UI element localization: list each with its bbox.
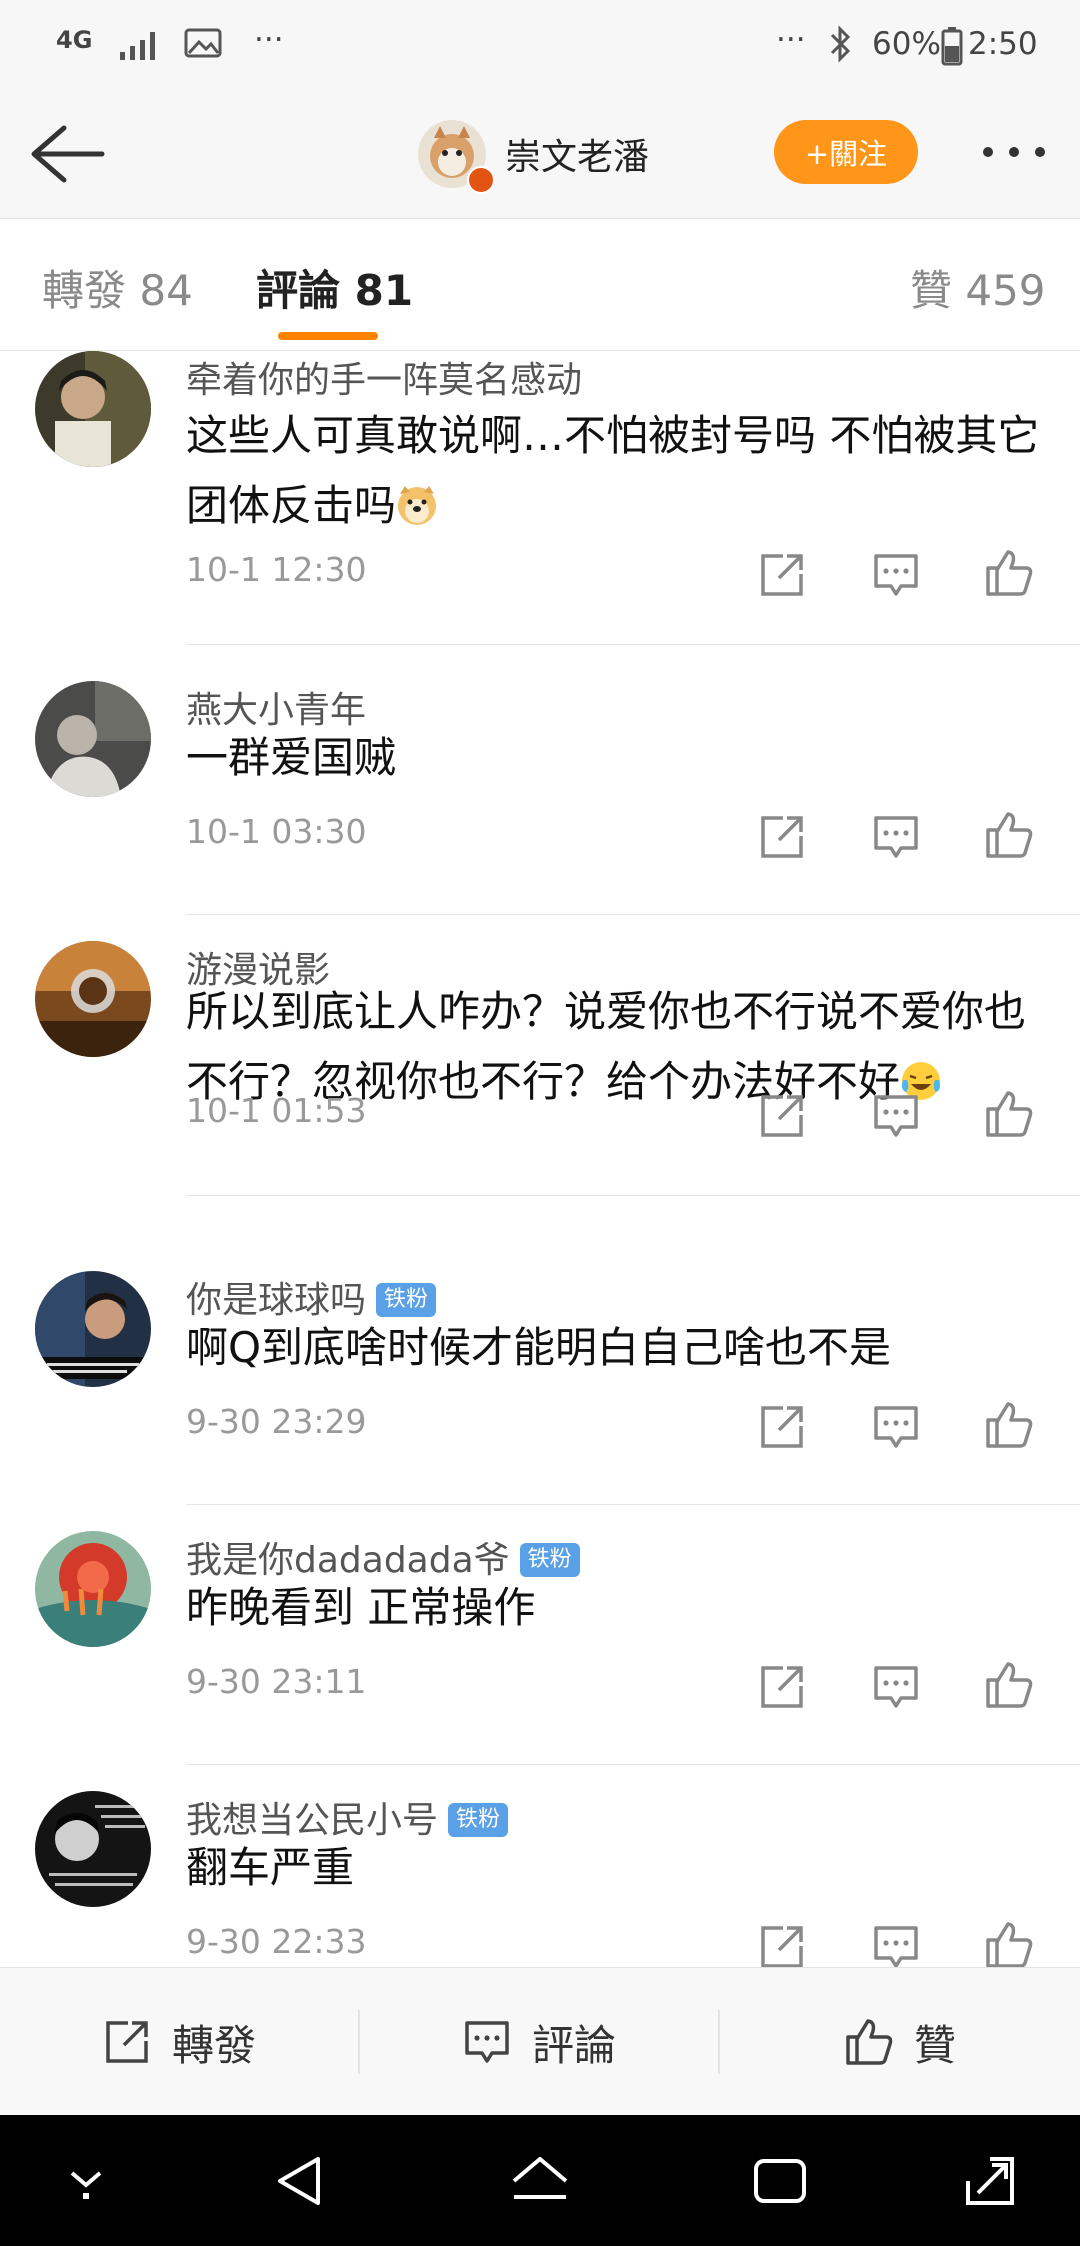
share-icon[interactable]	[757, 1662, 807, 1712]
profile-name[interactable]: 崇文老潘	[505, 128, 649, 180]
follow-button[interactable]: +關注	[774, 120, 918, 184]
like-icon[interactable]	[984, 1920, 1034, 1967]
like-icon[interactable]	[984, 810, 1034, 860]
tab-likes[interactable]: 贊 459	[910, 257, 1046, 318]
active-tab-indicator	[278, 332, 378, 340]
comment-item: 你是球球吗 铁粉 啊Q到底啥时候才能明白自己啥也不是 9-30 23:29	[0, 1271, 1080, 1519]
commenter-avatar[interactable]	[35, 351, 151, 467]
comment-icon[interactable]	[871, 1662, 921, 1712]
bluetooth-icon	[830, 25, 851, 63]
comment-item: 游漫说影 所以到底让人咋办？说爱你也不行说不爱你也不行？忽视你也不行？给个办法好…	[0, 941, 1080, 1261]
share-icon[interactable]	[757, 812, 807, 862]
comment-icon[interactable]	[871, 1922, 921, 1967]
signal-icon	[120, 32, 155, 60]
image-icon	[184, 28, 222, 58]
comment-time: 9-30 22:33	[186, 1922, 367, 1961]
back-nav-icon[interactable]	[272, 2153, 328, 2209]
bottom-action-bar: 轉發 評論 贊	[0, 1967, 1080, 2116]
divider	[186, 914, 1080, 915]
like-icon[interactable]	[984, 548, 1034, 598]
clock: 2:50	[968, 26, 1038, 62]
share-icon[interactable]	[757, 550, 807, 600]
like-icon[interactable]	[984, 1400, 1034, 1450]
network-type: 4G	[56, 26, 93, 54]
tab-comments[interactable]: 評論 81	[256, 257, 413, 318]
hide-keyboard-icon[interactable]	[64, 2161, 108, 2201]
back-arrow-icon[interactable]	[28, 122, 108, 186]
comment-item: 牵着你的手一阵莫名感动 这些人可真敢说啊…不怕被封号吗 不怕被其它团体反击吗 1…	[0, 351, 1080, 645]
comment-time: 10-1 12:30	[186, 550, 367, 589]
comment-icon	[465, 2021, 509, 2063]
share-icon[interactable]	[757, 1922, 807, 1967]
commenter-avatar[interactable]	[35, 941, 151, 1057]
rotate-screen-icon[interactable]	[962, 2151, 1018, 2211]
commenter-avatar[interactable]	[35, 1271, 151, 1387]
tab-reposts[interactable]: 轉發 84	[42, 257, 193, 318]
comment-text: 这些人可真敢说啊…不怕被封号吗 不怕被其它团体反击吗	[186, 411, 1040, 530]
like-icon[interactable]	[984, 1089, 1034, 1139]
comment-time: 10-1 01:53	[186, 1091, 367, 1130]
divider	[186, 1504, 1080, 1505]
verified-badge-icon	[467, 166, 495, 194]
comment-label: 評論	[531, 2020, 616, 2070]
status-more-left: ···	[254, 22, 284, 58]
battery-icon	[941, 27, 963, 66]
comment-item: 我是你dadadada爷 铁粉 昨晚看到 正常操作 9-30 23:11	[0, 1531, 1080, 1779]
share-icon[interactable]	[757, 1402, 807, 1452]
divider	[186, 1764, 1080, 1765]
like-label: 贊	[913, 2020, 956, 2070]
like-button[interactable]: 贊	[720, 1968, 1080, 2116]
comment-button[interactable]: 評論	[360, 1968, 718, 2116]
repost-button[interactable]: 轉發	[0, 1968, 358, 2116]
comment-icon[interactable]	[871, 812, 921, 862]
comment-time: 10-1 03:30	[186, 812, 367, 851]
battery-percent: 60%	[872, 26, 941, 62]
recent-apps-icon[interactable]	[752, 2155, 808, 2207]
comment-icon[interactable]	[871, 1091, 921, 1141]
status-bar: 4G ··· ··· 60% 2:50	[0, 0, 1080, 92]
more-options-icon[interactable]	[978, 132, 1050, 172]
commenter-avatar[interactable]	[35, 1791, 151, 1907]
comment-icon[interactable]	[871, 1402, 921, 1452]
doge-emoji-icon	[398, 486, 437, 525]
comment-text: 昨晚看到 正常操作	[186, 1583, 536, 1632]
iron-fan-badge: 铁粉	[448, 1803, 509, 1837]
tab-bar: 轉發 84 評論 81 贊 459	[0, 219, 1080, 351]
comment-text: 一群爱国贼	[186, 733, 397, 782]
like-icon	[846, 2019, 893, 2065]
status-more-right: ···	[776, 22, 806, 58]
comment-item: 我想当公民小号 铁粉 翻车严重 9-30 22:33	[0, 1791, 1080, 1967]
iron-fan-badge: 铁粉	[519, 1543, 580, 1577]
share-icon[interactable]	[757, 1091, 807, 1141]
divider	[186, 644, 1080, 645]
comment-time: 9-30 23:29	[186, 1402, 367, 1441]
comment-icon[interactable]	[871, 550, 921, 600]
repost-label: 轉發	[171, 2020, 256, 2070]
like-icon[interactable]	[984, 1660, 1034, 1710]
commenter-avatar[interactable]	[35, 681, 151, 797]
divider	[186, 1195, 1080, 1196]
commenter-avatar[interactable]	[35, 1531, 151, 1647]
comment-list[interactable]: 牵着你的手一阵莫名感动 这些人可真敢说啊…不怕被封号吗 不怕被其它团体反击吗 1…	[0, 351, 1080, 1967]
comment-time: 9-30 23:11	[186, 1662, 367, 1701]
repost-icon	[106, 2021, 148, 2063]
comment-text: 翻车严重	[186, 1843, 355, 1892]
home-nav-icon[interactable]	[508, 2153, 572, 2209]
comment-item: 燕大小青年 一群爱国贼 10-1 03:30	[0, 681, 1080, 929]
comment-text: 啊Q到底啥时候才能明白自己啥也不是	[186, 1323, 892, 1372]
iron-fan-badge: 铁粉	[376, 1283, 437, 1317]
system-nav-bar	[0, 2115, 1080, 2246]
commenter-name[interactable]: 牵着你的手一阵莫名感动	[186, 351, 582, 403]
top-header: 崇文老潘 +關注	[0, 92, 1080, 219]
